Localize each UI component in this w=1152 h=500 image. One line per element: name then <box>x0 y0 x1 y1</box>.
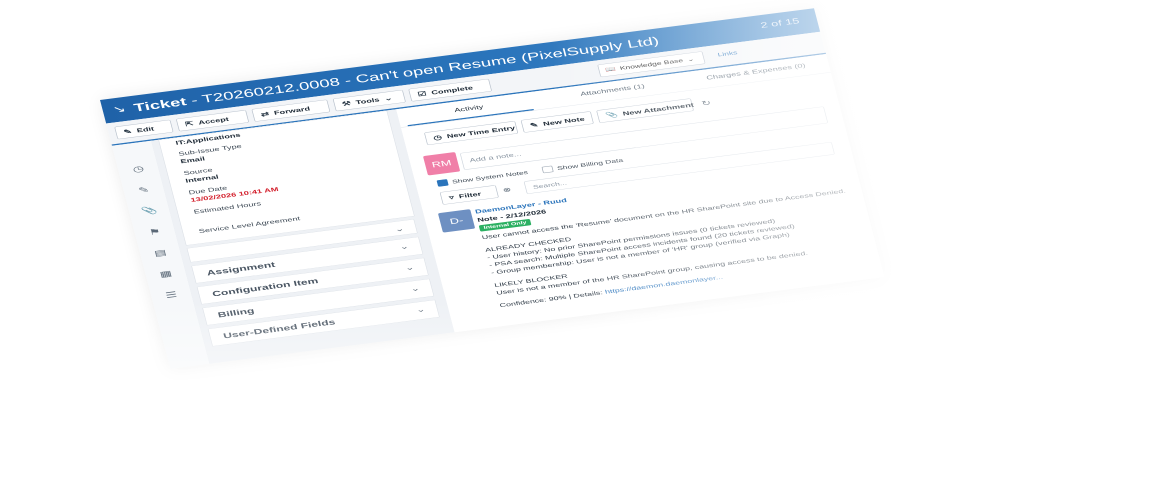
chevron-down-icon: ⌄ <box>404 263 416 273</box>
calendar-icon[interactable]: ▦ <box>157 268 175 279</box>
show-system-label: Show System Notes <box>451 169 529 185</box>
chevron-down-icon: ⌄ <box>393 225 406 234</box>
clock-icon[interactable]: ◷ <box>129 163 147 174</box>
section-label: Assignment <box>205 260 277 278</box>
ticket-label: Ticket <box>132 94 188 115</box>
checkbox-checked-icon <box>436 179 449 187</box>
new-attachment-button[interactable]: 📎 New Attachment <box>596 98 695 124</box>
forward-label: Forward <box>273 105 311 116</box>
chevron-down-icon: ⌄ <box>686 55 695 63</box>
tools-icon: ⚒ <box>341 99 352 108</box>
tools-label: Tools <box>354 96 381 106</box>
list-icon[interactable]: ☰ <box>162 289 180 300</box>
sub-issue-label: Sub-Issue Type <box>177 142 243 158</box>
attachment-label: New Attachment <box>621 101 695 117</box>
stage: ↘ Ticket - T20260212.0008 - Can't open R… <box>0 0 1152 500</box>
edit-note-icon: ✎ <box>529 120 539 129</box>
ticket-counter: 2 of 15 <box>759 16 801 30</box>
paperclip-icon[interactable]: 📎 <box>140 205 159 216</box>
knowledge-base-label: Knowledge Base <box>619 57 684 72</box>
tag-icon[interactable]: ⚑ <box>146 226 164 237</box>
new-time-entry-button[interactable]: ◷ New Time Entry <box>424 120 519 146</box>
links-link[interactable]: Links <box>717 49 738 57</box>
wallet-icon[interactable]: ▤ <box>151 247 169 258</box>
checkbox-icon: ☑ <box>416 89 428 98</box>
clock-icon: ◷ <box>432 133 443 142</box>
section-label: Billing <box>216 306 256 320</box>
book-icon: 📖 <box>604 65 617 74</box>
filter-label: Filter <box>457 190 482 200</box>
edit-note-icon[interactable]: ✎ <box>135 184 153 195</box>
collapse-arrow-icon[interactable]: ↘ <box>111 103 127 116</box>
clear-filter-icon[interactable]: ⊗ <box>502 186 512 194</box>
edit-button[interactable]: ✎ Edit <box>114 119 174 140</box>
filter-button[interactable]: ▿ Filter <box>439 185 499 205</box>
sla-label: Service Level Agreement <box>197 215 301 235</box>
forward-icon: ⇄ <box>259 109 270 118</box>
edit-label: Edit <box>135 125 155 134</box>
filter-icon: ▿ <box>448 193 455 201</box>
accept-icon: ⇱ <box>184 119 195 128</box>
avatar: RM <box>422 152 461 176</box>
note-label: New Note <box>542 115 586 127</box>
complete-label: Complete <box>430 84 474 96</box>
time-entry-label: New Time Entry <box>445 124 516 140</box>
refresh-icon[interactable]: ↻ <box>700 98 712 108</box>
tab-attachments[interactable]: Attachments (1) <box>580 83 646 98</box>
paperclip-icon: 📎 <box>604 110 619 119</box>
accept-label: Accept <box>197 115 230 126</box>
sub-issue-value: Email <box>179 155 206 165</box>
chevron-down-icon: ⌄ <box>409 284 421 294</box>
checkbox-icon <box>541 165 554 174</box>
ticket-window: ↘ Ticket - T20260212.0008 - Can't open R… <box>100 8 885 369</box>
tab-activity[interactable]: Activity <box>454 103 484 113</box>
chevron-down-icon: ⌄ <box>383 94 394 102</box>
pencil-icon: ✎ <box>122 127 133 136</box>
new-note-button[interactable]: ✎ New Note <box>520 111 594 133</box>
chevron-down-icon: ⌄ <box>398 242 410 252</box>
avatar: D- <box>437 209 476 233</box>
estimated-hours-label: Estimated Hours <box>192 200 262 216</box>
chevron-down-icon: ⌄ <box>415 305 427 315</box>
